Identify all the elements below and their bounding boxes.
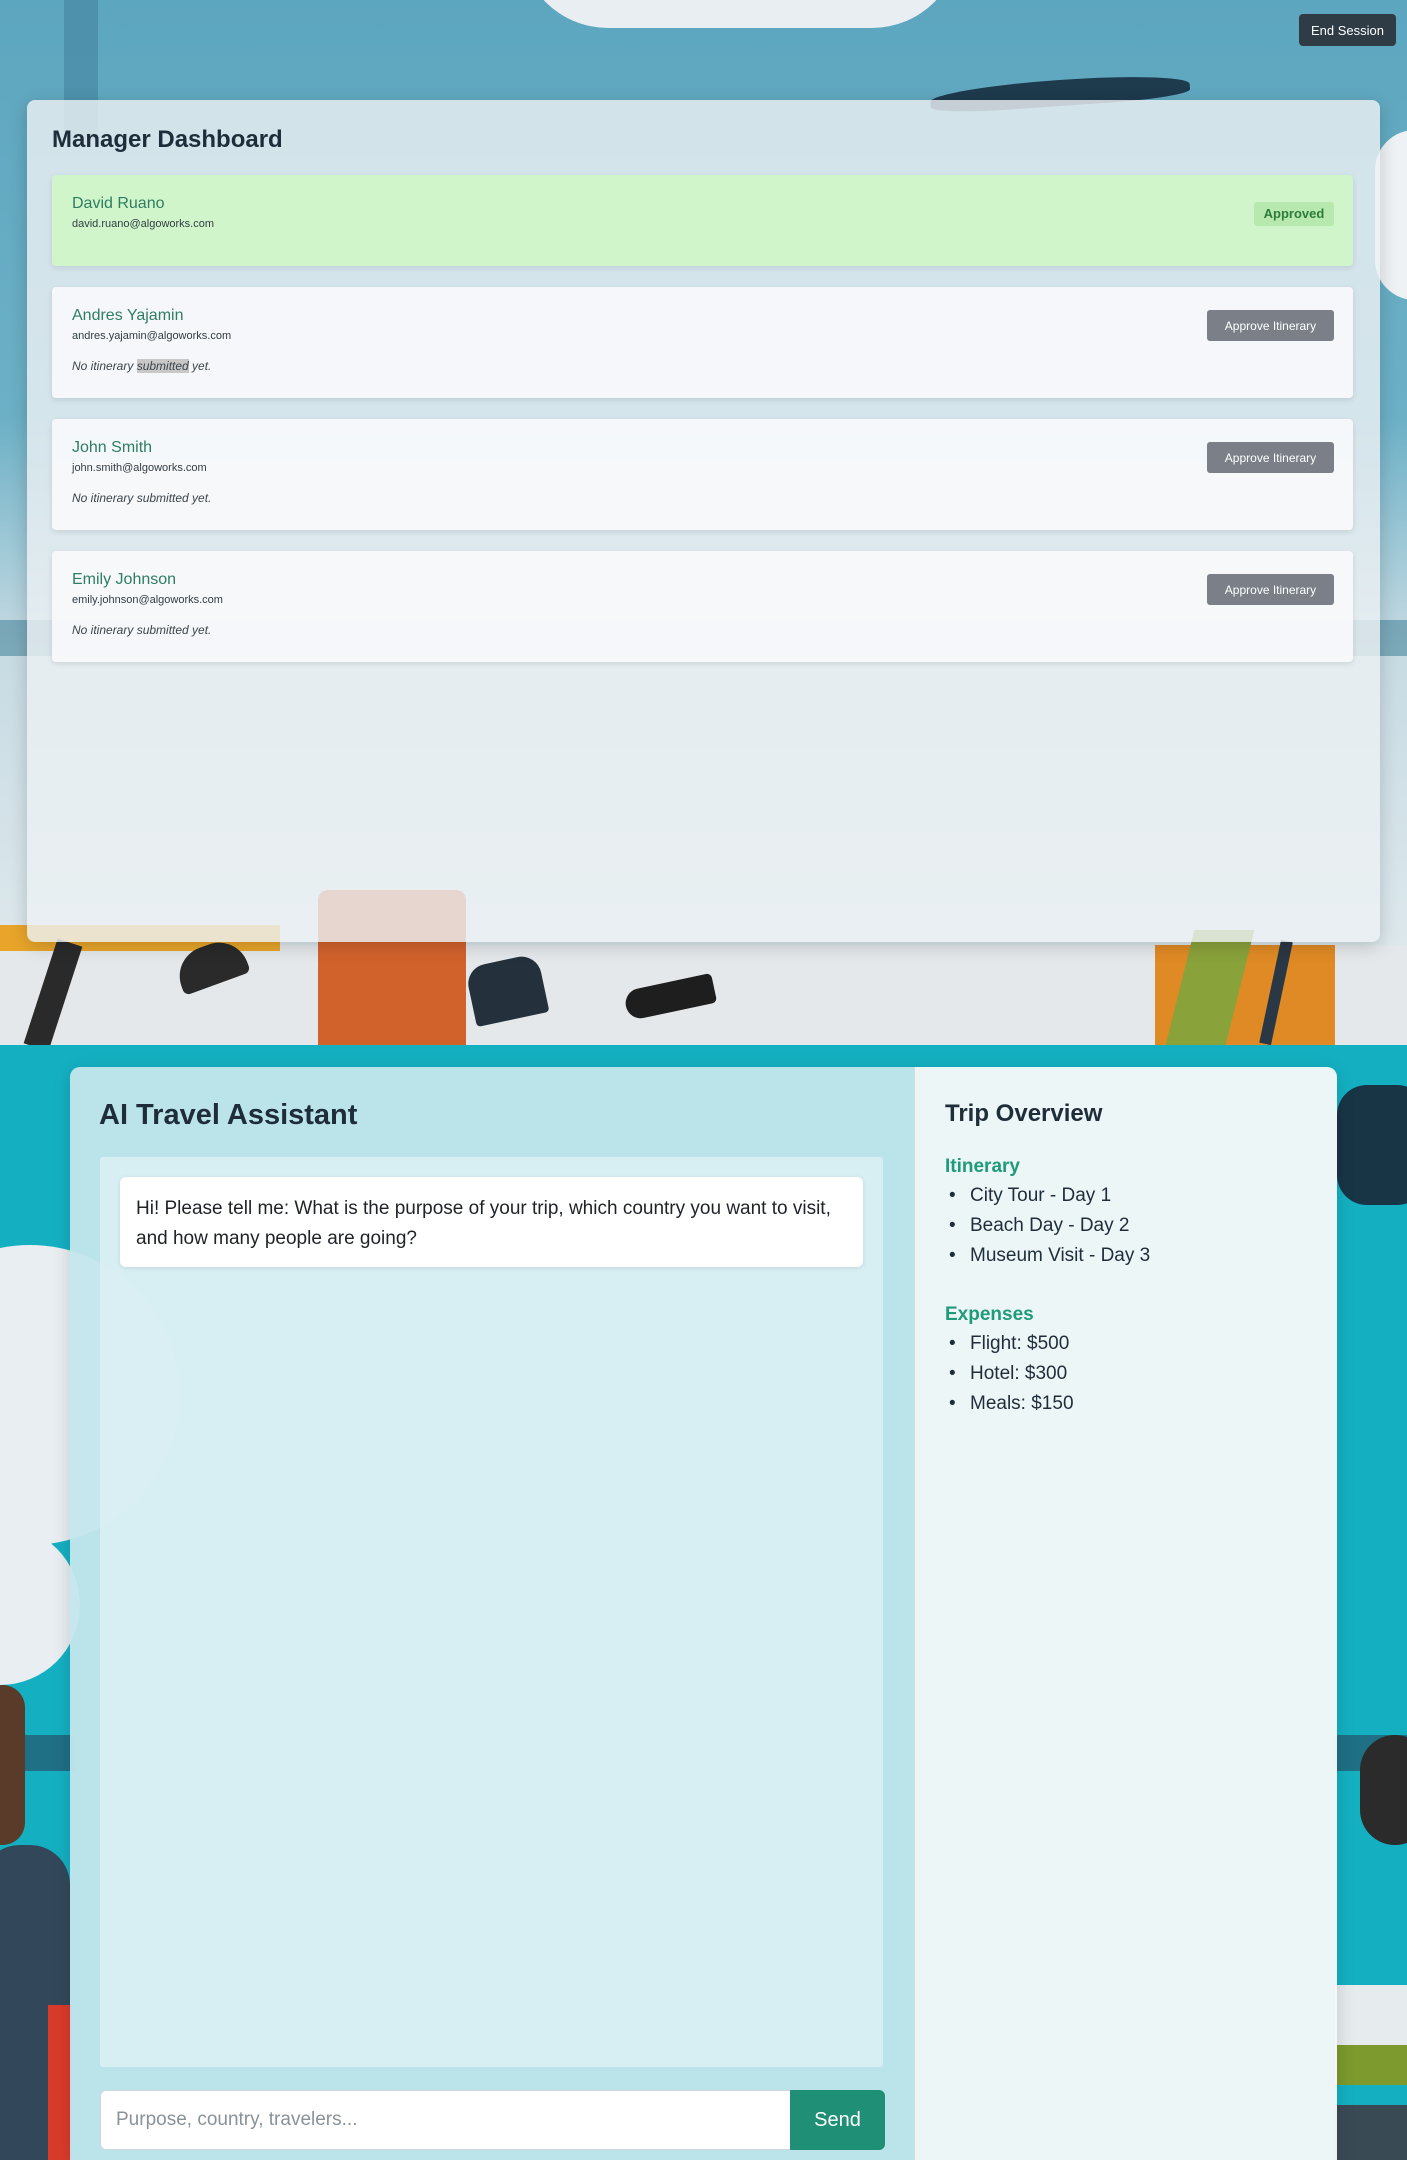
background-traveler [0,1685,25,1845]
background-bench [1335,2105,1407,2160]
employee-email: emily.johnson@algoworks.com [72,594,223,606]
chat-input[interactable] [100,2090,790,2150]
itinerary-status-note: No itinerary submitted yet. [72,359,211,373]
employee-name: Andres Yajamin [72,307,184,324]
note-highlight: submitted [136,359,189,373]
end-session-button[interactable]: End Session [1299,14,1396,46]
itinerary-heading: Itinerary [945,1156,1020,1177]
background-cloud [520,0,960,28]
list-item: Hotel: $300 [945,1359,1074,1389]
approve-itinerary-button[interactable]: Approve Itinerary [1207,574,1334,605]
list-item: Museum Visit - Day 3 [945,1241,1150,1271]
approved-badge: Approved [1254,202,1334,226]
itinerary-list: City Tour - Day 1 Beach Day - Day 2 Muse… [945,1181,1150,1271]
note-text: yet. [188,359,212,373]
background-traveler [1337,1085,1407,1205]
expenses-list: Flight: $500 Hotel: $300 Meals: $150 [945,1329,1074,1419]
employee-card: John Smith john.smith@algoworks.com No i… [52,419,1353,530]
ai-travel-assistant-panel: AI Travel Assistant Hi! Please tell me: … [70,1067,1337,2160]
employee-name: Emily Johnson [72,571,177,588]
background-plant [1337,2045,1407,2085]
assistant-title: AI Travel Assistant [99,1099,358,1131]
employee-email: andres.yajamin@algoworks.com [72,330,232,342]
chat-messages[interactable]: Hi! Please tell me: What is the purpose … [100,1157,883,2067]
list-item: City Tour - Day 1 [945,1181,1150,1211]
send-button[interactable]: Send [790,2090,885,2150]
itinerary-status-note: No itinerary submitted yet. [72,623,212,637]
list-item: Meals: $150 [945,1389,1074,1419]
employee-name: John Smith [72,439,153,456]
assistant-background: AI Travel Assistant Hi! Please tell me: … [0,1045,1407,2160]
approve-itinerary-button[interactable]: Approve Itinerary [1207,442,1334,473]
expenses-heading: Expenses [945,1304,1034,1325]
manager-dashboard-panel: Manager Dashboard David Ruano david.ruan… [27,100,1380,942]
background-suitcase [48,2005,72,2160]
background-cloud [0,1525,80,1685]
trip-overview-section: Trip Overview Itinerary City Tour - Day … [914,1067,1337,2160]
dashboard-title: Manager Dashboard [52,126,283,153]
employee-name: David Ruano [72,195,165,212]
employee-card: Andres Yajamin andres.yajamin@algoworks.… [52,287,1353,398]
itinerary-status-note: No itinerary submitted yet. [72,491,212,505]
list-item: Beach Day - Day 2 [945,1211,1150,1241]
approve-itinerary-button[interactable]: Approve Itinerary [1207,310,1334,341]
trip-overview-title: Trip Overview [945,1100,1103,1127]
employee-card: David Ruano david.ruano@algoworks.com Ap… [52,175,1353,266]
employee-email: david.ruano@algoworks.com [72,218,215,230]
note-text: No itinerary [72,359,137,373]
dashboard-background: End Session Manager Dashboard David Ruan… [0,0,1407,1045]
assistant-message: Hi! Please tell me: What is the purpose … [120,1177,863,1267]
chat-section: AI Travel Assistant Hi! Please tell me: … [70,1067,914,2160]
employee-email: john.smith@algoworks.com [72,462,207,474]
list-item: Flight: $500 [945,1329,1074,1359]
employee-card: Emily Johnson emily.johnson@algoworks.co… [52,551,1353,662]
background-traveler [1360,1735,1407,1845]
